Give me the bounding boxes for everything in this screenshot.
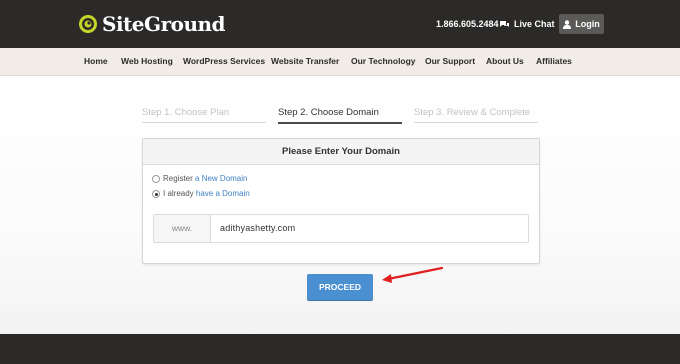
domain-input-group: www. adithyashetty.com (153, 214, 529, 243)
have-domain-link[interactable]: have a Domain (196, 189, 250, 198)
login-button[interactable]: Login (559, 14, 604, 34)
nav-about-us[interactable]: About Us (486, 48, 524, 75)
register-option-text: Register a New Domain (163, 174, 248, 183)
proceed-button[interactable]: PROCEED (307, 274, 373, 300)
new-domain-link[interactable]: a New Domain (195, 174, 247, 183)
phone-number: 1.866.605.2484 (436, 19, 499, 29)
step-3-review-complete: Step 3. Review & Complete (414, 107, 531, 118)
register-new-domain-radio[interactable] (152, 175, 160, 183)
live-chat-link[interactable]: Live Chat (499, 16, 555, 32)
nav-home[interactable]: Home (84, 48, 108, 75)
step-2-choose-domain: Step 2. Choose Domain (278, 107, 379, 118)
user-icon (563, 19, 572, 29)
step-3-underline (414, 122, 538, 123)
nav-our-technology[interactable]: Our Technology (351, 48, 416, 75)
nav-website-transfer[interactable]: Website Transfer (271, 48, 339, 75)
step-1-underline (142, 122, 266, 123)
domain-form-card: Please Enter Your Domain Register a New … (142, 138, 540, 264)
existing-domain-option[interactable]: I already have a Domain (152, 188, 250, 200)
register-new-domain-option[interactable]: Register a New Domain (152, 173, 247, 185)
annotation-arrow-icon (382, 266, 444, 283)
nav-wordpress-services[interactable]: WordPress Services (183, 48, 265, 75)
domain-input[interactable]: adithyashetty.com (220, 215, 295, 242)
logo-text: SiteGround (102, 12, 226, 36)
login-label: Login (575, 19, 600, 29)
main-navigation: Home Web Hosting WordPress Services Webs… (0, 48, 680, 76)
live-chat-label: Live Chat (514, 19, 555, 29)
page-footer (0, 334, 680, 364)
step-1-choose-plan: Step 1. Choose Plan (142, 107, 230, 118)
nav-affiliates[interactable]: Affiliates (536, 48, 572, 75)
existing-domain-radio[interactable] (152, 190, 160, 198)
nav-our-support[interactable]: Our Support (425, 48, 475, 75)
top-header: SiteGround 1.866.605.2484 Live Chat Logi… (0, 0, 680, 48)
logo-swirl-icon (79, 15, 97, 33)
domain-form-title: Please Enter Your Domain (143, 139, 539, 165)
step-2-underline (278, 122, 402, 124)
nav-web-hosting[interactable]: Web Hosting (121, 48, 173, 75)
existing-option-text: I already have a Domain (163, 189, 250, 198)
siteground-logo[interactable]: SiteGround (78, 11, 226, 37)
www-prefix: www. (154, 215, 211, 242)
chat-bubble-icon (500, 20, 509, 27)
